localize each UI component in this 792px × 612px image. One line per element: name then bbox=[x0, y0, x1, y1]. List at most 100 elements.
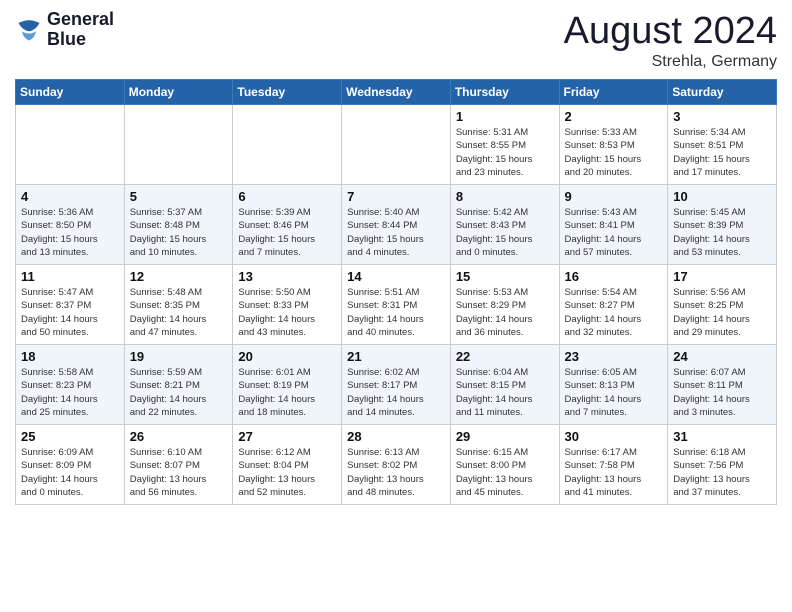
day-info: Sunrise: 5:53 AM Sunset: 8:29 PM Dayligh… bbox=[456, 286, 554, 339]
calendar-cell: 24Sunrise: 6:07 AM Sunset: 8:11 PM Dayli… bbox=[668, 345, 777, 425]
day-number: 31 bbox=[673, 429, 771, 444]
calendar-cell: 1 Sunrise: 5:31 AM Sunset: 8:55 PM Daylig… bbox=[450, 105, 559, 185]
day-info: Sunrise: 6:12 AM Sunset: 8:04 PM Dayligh… bbox=[238, 446, 336, 499]
day-info: Sunrise: 6:01 AM Sunset: 8:19 PM Dayligh… bbox=[238, 366, 336, 419]
header-monday: Monday bbox=[124, 80, 233, 105]
day-number: 20 bbox=[238, 349, 336, 364]
day-info: Sunrise: 5:47 AM Sunset: 8:37 PM Dayligh… bbox=[21, 286, 119, 339]
day-info: Sunrise: 5:48 AM Sunset: 8:35 PM Dayligh… bbox=[130, 286, 228, 339]
calendar-cell: 27 Sunrise: 6:12 AM Sunset: 8:04 PM Dayli… bbox=[233, 425, 342, 505]
location-subtitle: Strehla, Germany bbox=[564, 53, 777, 71]
day-info: Sunrise: 5:37 AM Sunset: 8:48 PM Dayligh… bbox=[130, 206, 228, 259]
day-number: 23 bbox=[565, 349, 663, 364]
day-info: Sunrise: 6:09 AM Sunset: 8:09 PM Dayligh… bbox=[21, 446, 119, 499]
calendar-cell: 23 Sunrise: 6:05 AM Sunset: 8:13 PM Dayli… bbox=[559, 345, 668, 425]
calendar-cell: 7Sunrise: 5:40 AM Sunset: 8:44 PM Daylig… bbox=[342, 185, 451, 265]
day-number: 6 bbox=[238, 189, 336, 204]
month-title: August 2024 bbox=[564, 10, 777, 53]
day-number: 10 bbox=[673, 189, 771, 204]
calendar-header-row: SundayMondayTuesdayWednesdayThursdayFrid… bbox=[16, 80, 777, 105]
calendar-cell: 30 Sunrise: 6:17 AM Sunset: 7:58 PM Dayli… bbox=[559, 425, 668, 505]
day-info: Sunrise: 6:05 AM Sunset: 8:13 PM Dayligh… bbox=[565, 366, 663, 419]
day-number: 21 bbox=[347, 349, 445, 364]
calendar-cell: 25 Sunrise: 6:09 AM Sunset: 8:09 PM Dayli… bbox=[16, 425, 125, 505]
day-number: 22 bbox=[456, 349, 554, 364]
header-wednesday: Wednesday bbox=[342, 80, 451, 105]
day-info: Sunrise: 5:50 AM Sunset: 8:33 PM Dayligh… bbox=[238, 286, 336, 339]
day-info: Sunrise: 6:15 AM Sunset: 8:00 PM Dayligh… bbox=[456, 446, 554, 499]
day-info: Sunrise: 5:39 AM Sunset: 8:46 PM Dayligh… bbox=[238, 206, 336, 259]
day-info: Sunrise: 5:59 AM Sunset: 8:21 PM Dayligh… bbox=[130, 366, 228, 419]
page-header: General Blue August 2024 Strehla, German… bbox=[15, 10, 777, 71]
day-info: Sunrise: 5:51 AM Sunset: 8:31 PM Dayligh… bbox=[347, 286, 445, 339]
calendar-week-4: 18Sunrise: 5:58 AM Sunset: 8:23 PM Dayli… bbox=[16, 345, 777, 425]
day-info: Sunrise: 5:54 AM Sunset: 8:27 PM Dayligh… bbox=[565, 286, 663, 339]
day-number: 24 bbox=[673, 349, 771, 364]
calendar-cell: 28Sunrise: 6:13 AM Sunset: 8:02 PM Dayli… bbox=[342, 425, 451, 505]
day-number: 29 bbox=[456, 429, 554, 444]
day-number: 1 bbox=[456, 109, 554, 124]
calendar-cell: 13 Sunrise: 5:50 AM Sunset: 8:33 PM Dayli… bbox=[233, 265, 342, 345]
calendar-week-5: 25 Sunrise: 6:09 AM Sunset: 8:09 PM Dayli… bbox=[16, 425, 777, 505]
calendar-cell: 15 Sunrise: 5:53 AM Sunset: 8:29 PM Dayli… bbox=[450, 265, 559, 345]
day-number: 18 bbox=[21, 349, 119, 364]
calendar-week-1: 1 Sunrise: 5:31 AM Sunset: 8:55 PM Daylig… bbox=[16, 105, 777, 185]
day-info: Sunrise: 6:10 AM Sunset: 8:07 PM Dayligh… bbox=[130, 446, 228, 499]
day-number: 7 bbox=[347, 189, 445, 204]
day-number: 8 bbox=[456, 189, 554, 204]
header-saturday: Saturday bbox=[668, 80, 777, 105]
calendar-cell: 3Sunrise: 5:34 AM Sunset: 8:51 PM Daylig… bbox=[668, 105, 777, 185]
day-number: 16 bbox=[565, 269, 663, 284]
calendar-cell: 29 Sunrise: 6:15 AM Sunset: 8:00 PM Dayli… bbox=[450, 425, 559, 505]
calendar-cell: 12 Sunrise: 5:48 AM Sunset: 8:35 PM Dayli… bbox=[124, 265, 233, 345]
day-info: Sunrise: 5:31 AM Sunset: 8:55 PM Dayligh… bbox=[456, 126, 554, 179]
calendar-cell: 20 Sunrise: 6:01 AM Sunset: 8:19 PM Dayli… bbox=[233, 345, 342, 425]
day-info: Sunrise: 5:36 AM Sunset: 8:50 PM Dayligh… bbox=[21, 206, 119, 259]
calendar-cell bbox=[124, 105, 233, 185]
header-friday: Friday bbox=[559, 80, 668, 105]
day-number: 17 bbox=[673, 269, 771, 284]
day-number: 28 bbox=[347, 429, 445, 444]
calendar-cell: 17 Sunrise: 5:56 AM Sunset: 8:25 PM Dayli… bbox=[668, 265, 777, 345]
calendar-cell: 11Sunrise: 5:47 AM Sunset: 8:37 PM Dayli… bbox=[16, 265, 125, 345]
header-tuesday: Tuesday bbox=[233, 80, 342, 105]
calendar-cell bbox=[233, 105, 342, 185]
day-number: 12 bbox=[130, 269, 228, 284]
day-info: Sunrise: 6:04 AM Sunset: 8:15 PM Dayligh… bbox=[456, 366, 554, 419]
calendar-cell: 16 Sunrise: 5:54 AM Sunset: 8:27 PM Dayli… bbox=[559, 265, 668, 345]
day-info: Sunrise: 5:42 AM Sunset: 8:43 PM Dayligh… bbox=[456, 206, 554, 259]
calendar-cell: 21Sunrise: 6:02 AM Sunset: 8:17 PM Dayli… bbox=[342, 345, 451, 425]
day-number: 19 bbox=[130, 349, 228, 364]
calendar-cell: 10 Sunrise: 5:45 AM Sunset: 8:39 PM Dayli… bbox=[668, 185, 777, 265]
day-number: 14 bbox=[347, 269, 445, 284]
calendar-week-2: 4Sunrise: 5:36 AM Sunset: 8:50 PM Daylig… bbox=[16, 185, 777, 265]
day-number: 9 bbox=[565, 189, 663, 204]
day-info: Sunrise: 6:17 AM Sunset: 7:58 PM Dayligh… bbox=[565, 446, 663, 499]
day-number: 5 bbox=[130, 189, 228, 204]
calendar-cell: 19 Sunrise: 5:59 AM Sunset: 8:21 PM Dayli… bbox=[124, 345, 233, 425]
day-info: Sunrise: 5:43 AM Sunset: 8:41 PM Dayligh… bbox=[565, 206, 663, 259]
day-number: 13 bbox=[238, 269, 336, 284]
calendar-week-3: 11Sunrise: 5:47 AM Sunset: 8:37 PM Dayli… bbox=[16, 265, 777, 345]
logo: General Blue bbox=[15, 10, 114, 50]
calendar-cell: 9 Sunrise: 5:43 AM Sunset: 8:41 PM Daylig… bbox=[559, 185, 668, 265]
day-number: 25 bbox=[21, 429, 119, 444]
day-number: 26 bbox=[130, 429, 228, 444]
day-number: 2 bbox=[565, 109, 663, 124]
calendar-cell: 18Sunrise: 5:58 AM Sunset: 8:23 PM Dayli… bbox=[16, 345, 125, 425]
calendar-cell: 2 Sunrise: 5:33 AM Sunset: 8:53 PM Daylig… bbox=[559, 105, 668, 185]
day-info: Sunrise: 6:18 AM Sunset: 7:56 PM Dayligh… bbox=[673, 446, 771, 499]
day-number: 15 bbox=[456, 269, 554, 284]
calendar-cell bbox=[16, 105, 125, 185]
calendar-cell: 22 Sunrise: 6:04 AM Sunset: 8:15 PM Dayli… bbox=[450, 345, 559, 425]
day-info: Sunrise: 5:33 AM Sunset: 8:53 PM Dayligh… bbox=[565, 126, 663, 179]
calendar-cell: 14 Sunrise: 5:51 AM Sunset: 8:31 PM Dayli… bbox=[342, 265, 451, 345]
day-info: Sunrise: 5:56 AM Sunset: 8:25 PM Dayligh… bbox=[673, 286, 771, 339]
header-thursday: Thursday bbox=[450, 80, 559, 105]
day-number: 27 bbox=[238, 429, 336, 444]
calendar-cell: 5 Sunrise: 5:37 AM Sunset: 8:48 PM Daylig… bbox=[124, 185, 233, 265]
calendar-cell: 6 Sunrise: 5:39 AM Sunset: 8:46 PM Daylig… bbox=[233, 185, 342, 265]
day-info: Sunrise: 5:45 AM Sunset: 8:39 PM Dayligh… bbox=[673, 206, 771, 259]
day-number: 30 bbox=[565, 429, 663, 444]
calendar-cell: 4Sunrise: 5:36 AM Sunset: 8:50 PM Daylig… bbox=[16, 185, 125, 265]
